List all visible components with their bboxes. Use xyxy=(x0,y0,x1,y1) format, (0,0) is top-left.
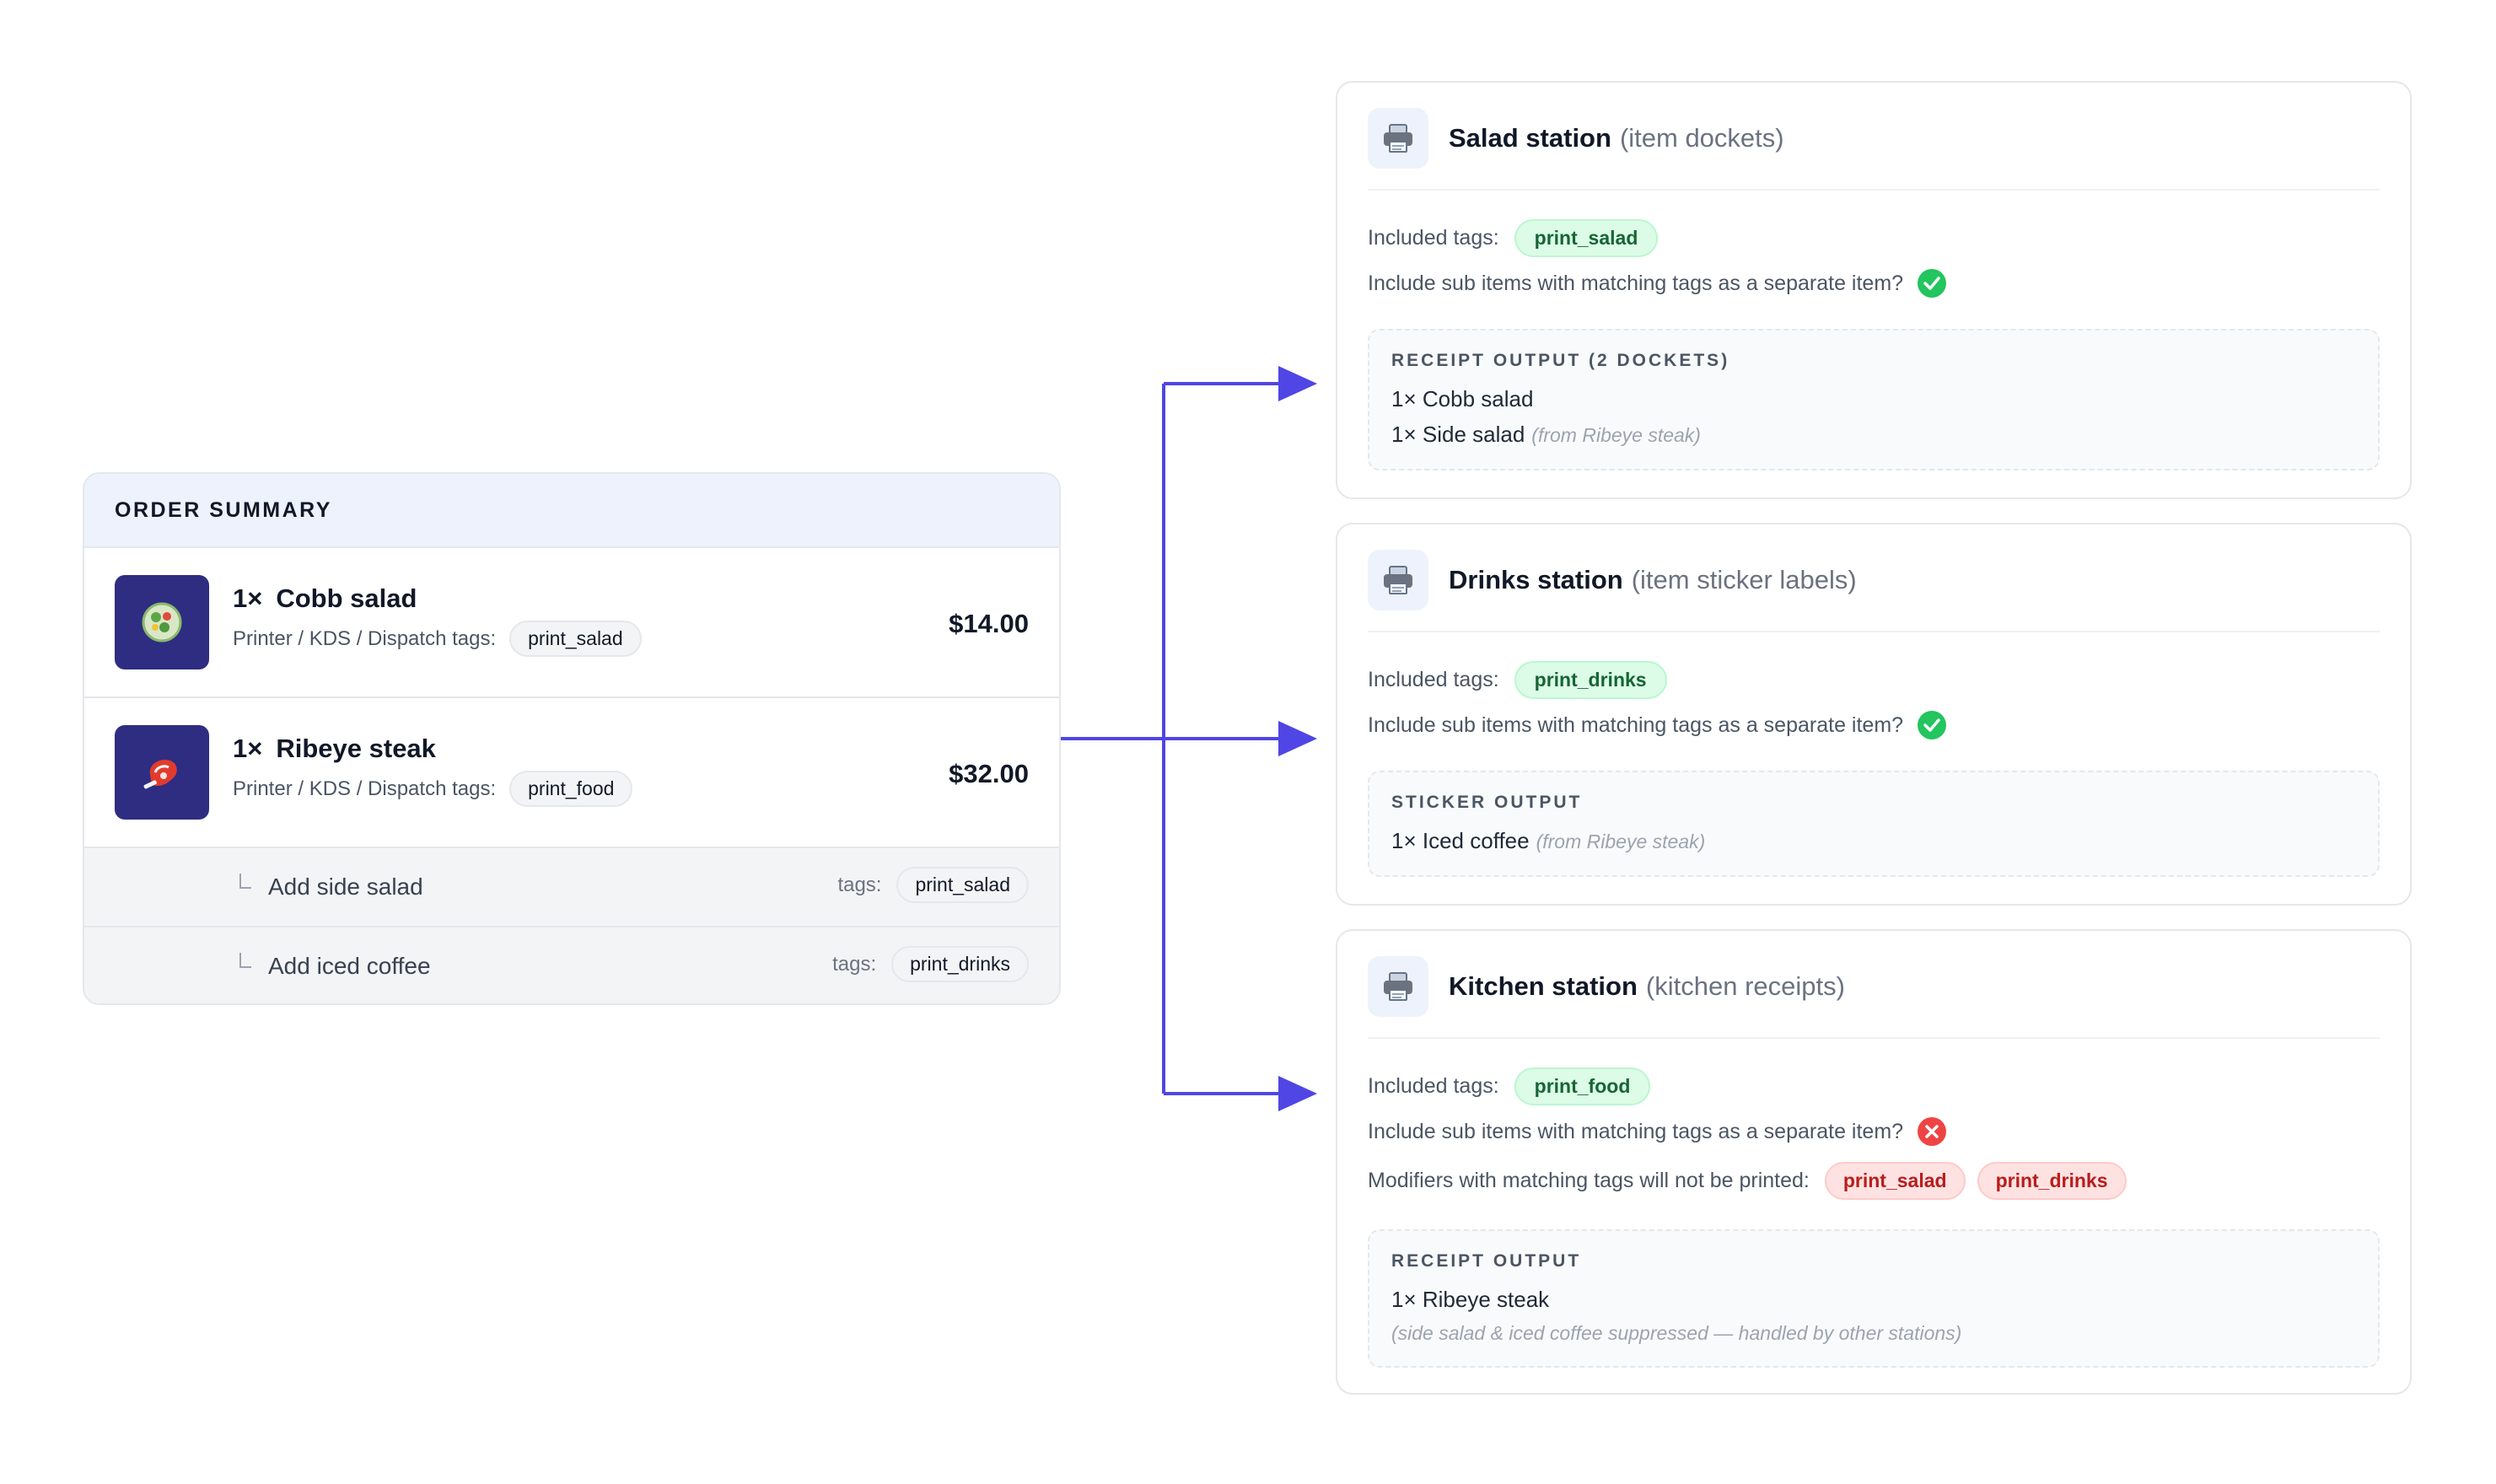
salad-station-card: Salad station (item dockets) Included ta… xyxy=(1336,81,2412,499)
included-tags-label: Included tags: xyxy=(1368,1074,1499,1098)
item-thumbnail xyxy=(115,575,209,669)
item-tags-label: Printer / KDS / Dispatch tags: xyxy=(233,777,497,800)
suppressed-tag: print_drinks xyxy=(1977,1162,2127,1200)
item-tags-label: Printer / KDS / Dispatch tags: xyxy=(233,626,497,650)
sub-item-row[interactable]: Add side salad tags: print_salad xyxy=(84,848,1059,928)
item-price: $14.00 xyxy=(949,609,1029,638)
station-subtitle: (item sticker labels) xyxy=(1631,565,1857,594)
output-line: 1× Ribeye steak xyxy=(1391,1287,1550,1312)
item-name: Ribeye steak xyxy=(276,734,436,763)
output-note: (from Ribeye steak) xyxy=(1531,424,1701,446)
arrowhead-kitchen xyxy=(1278,1076,1317,1111)
x-circle-icon xyxy=(1918,1117,1947,1146)
order-summary-card: ORDER SUMMARY 1× Cobb salad Printer / KDS… xyxy=(83,472,1061,1005)
sub-item-tag: print_drinks xyxy=(891,946,1029,982)
sub-items-question: Include sub items with matching tags as … xyxy=(1368,712,1904,737)
steak-icon xyxy=(143,759,177,789)
suppressed-tag: print_salad xyxy=(1824,1162,1966,1200)
output-line: 1× Cobb salad xyxy=(1391,386,1534,411)
sub-item-row[interactable]: Add iced coffee tags: print_drinks xyxy=(84,928,1059,1003)
sub-items-question: Include sub items with matching tags as … xyxy=(1368,1119,1904,1143)
item-quantity: 1× xyxy=(233,583,263,613)
modifiers-label: Modifiers with matching tags will not be… xyxy=(1368,1169,1810,1192)
output-heading: RECEIPT OUTPUT (2 DOCKETS) xyxy=(1391,351,1730,370)
included-tags-label: Included tags: xyxy=(1368,226,1499,250)
sub-item-tags-label: tags: xyxy=(832,952,877,976)
receipt-output-box: RECEIPT OUTPUT (2 DOCKETS) 1× Cobb salad… xyxy=(1368,329,2380,470)
check-circle-icon xyxy=(1918,711,1947,739)
item-thumbnail xyxy=(115,725,209,820)
output-note: (from Ribeye steak) xyxy=(1536,831,1706,852)
arrow-lines xyxy=(1061,382,1287,1095)
item-price: $32.00 xyxy=(949,759,1029,788)
sub-item-name: Add iced coffee xyxy=(268,953,431,979)
sticker-output-box: STICKER OUTPUT 1× Iced coffee (from Ribey… xyxy=(1368,771,2380,877)
output-heading: RECEIPT OUTPUT xyxy=(1391,1251,1582,1271)
order-summary-heading: ORDER SUMMARY xyxy=(84,474,1059,548)
sub-item-connector xyxy=(239,953,251,968)
item-name: Cobb salad xyxy=(276,583,417,613)
divider xyxy=(1368,1037,2380,1039)
included-tags-label: Included tags: xyxy=(1368,668,1499,691)
divider xyxy=(1368,631,2380,632)
output-heading: STICKER OUTPUT xyxy=(1391,793,1583,812)
included-tag: print_drinks xyxy=(1514,661,1667,699)
output-note: (side salad & iced coffee suppressed — h… xyxy=(1391,1322,1962,1344)
sub-items-question: Include sub items with matching tags as … xyxy=(1368,271,1904,295)
item-quantity: 1× xyxy=(233,734,263,763)
order-item-row[interactable]: 1× Cobb salad Printer / KDS / Dispatch ta… xyxy=(84,548,1059,698)
included-tag: print_food xyxy=(1514,1067,1651,1105)
station-subtitle: (kitchen receipts) xyxy=(1645,971,1845,1001)
output-line: 1× Side salad (from Ribeye steak) xyxy=(1391,422,1701,447)
printer-icon xyxy=(1368,108,1428,169)
item-tag: print_salad xyxy=(509,621,642,657)
sub-item-tags-label: tags: xyxy=(837,873,882,896)
item-tag: print_food xyxy=(509,771,633,807)
divider xyxy=(1368,189,2380,191)
arrowhead-salad xyxy=(1278,366,1317,401)
sub-item-connector xyxy=(239,874,251,889)
station-title: Drinks station xyxy=(1449,565,1623,594)
station-subtitle: (item dockets) xyxy=(1619,123,1784,153)
output-line: 1× Iced coffee (from Ribeye steak) xyxy=(1391,828,1706,853)
salad-icon xyxy=(142,602,182,643)
included-tag: print_salad xyxy=(1514,219,1659,257)
sub-item-tag: print_salad xyxy=(896,867,1029,903)
kitchen-station-card: Kitchen station (kitchen receipts) Inclu… xyxy=(1336,929,2412,1395)
printer-icon xyxy=(1368,550,1428,610)
station-title: Salad station xyxy=(1449,123,1611,153)
station-title: Kitchen station xyxy=(1449,971,1638,1001)
drinks-station-card: Drinks station (item sticker labels) Inc… xyxy=(1336,523,2412,906)
order-item-row[interactable]: 1× Ribeye steak Printer / KDS / Dispatch … xyxy=(84,698,1059,848)
printer-icon xyxy=(1368,956,1428,1017)
sub-item-name: Add side salad xyxy=(268,874,423,900)
arrowhead-drinks xyxy=(1278,721,1317,756)
receipt-output-box: RECEIPT OUTPUT 1× Ribeye steak (side sal… xyxy=(1368,1229,2380,1368)
check-circle-icon xyxy=(1918,269,1947,298)
